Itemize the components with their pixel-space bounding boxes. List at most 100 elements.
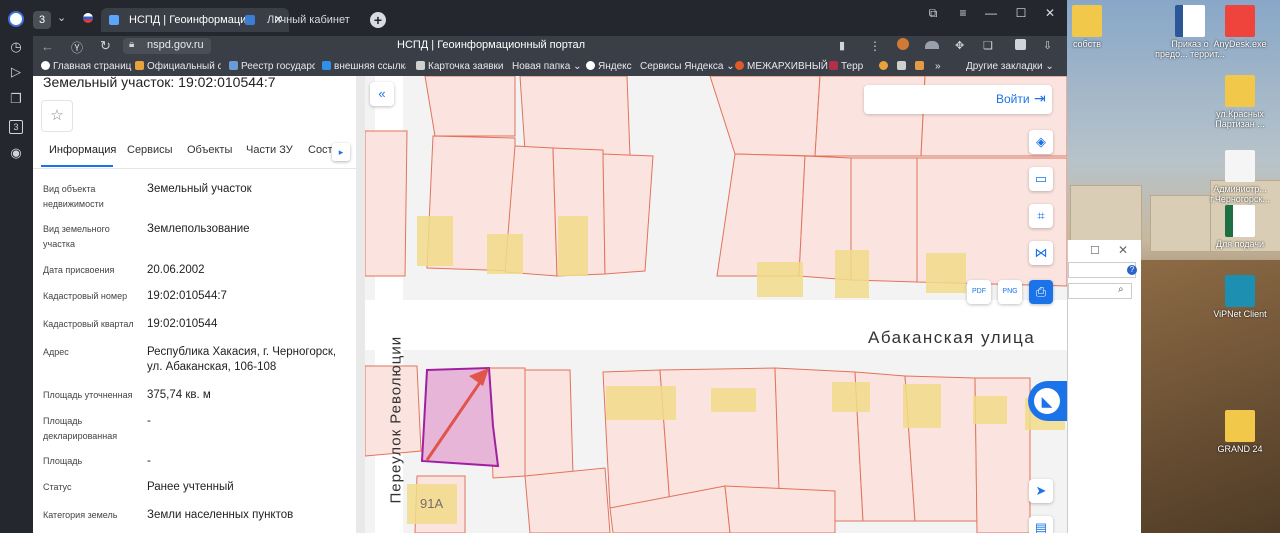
- zoom-area-icon[interactable]: ⌗: [1029, 204, 1053, 228]
- close-window-button[interactable]: ✕: [1036, 6, 1064, 20]
- assistant-button[interactable]: ◣: [1028, 381, 1067, 421]
- tab-group-button[interactable]: 3: [33, 11, 51, 29]
- bookmark-favicon: [135, 61, 144, 70]
- street-label-side: Переулок Революции: [387, 335, 405, 504]
- extension-icon[interactable]: [1015, 39, 1026, 50]
- bookmark-favicon: [897, 61, 906, 70]
- bookmark-icon-only[interactable]: [897, 60, 909, 74]
- puzzle-icon[interactable]: ✥: [955, 39, 964, 52]
- gov-favicon: [245, 15, 255, 25]
- desktop-icon-folder[interactable]: GRAND 24: [1205, 410, 1275, 454]
- lock-icon: 🔒︎: [129, 39, 135, 50]
- browser-sidebar: ◷ ▷ ❐ 3 ◉: [0, 0, 33, 533]
- layers-icon[interactable]: ◈: [1029, 130, 1053, 154]
- parcel: [365, 130, 408, 277]
- bookmark-item[interactable]: Официальный са: [135, 60, 221, 74]
- more-bookmarks-icon[interactable]: »: [935, 60, 941, 74]
- bookmark-item[interactable]: Главная страниц: [41, 60, 131, 74]
- bookmark-favicon: [915, 61, 924, 70]
- desktop-icon-excel[interactable]: Для подачи: [1205, 205, 1275, 249]
- extension-icon[interactable]: [897, 38, 909, 50]
- legend-icon[interactable]: ▤: [1029, 516, 1053, 533]
- more-icon[interactable]: ⋮: [869, 39, 881, 53]
- tab-bar: 3 ⌄ НСПД | Геоинформаци ✕ Личный кабинет…: [33, 0, 1067, 36]
- page-title: НСПД | Геоинформационный портал: [397, 39, 586, 51]
- bookmark-item[interactable]: МЕЖАРХИВНЫЙ: [735, 60, 828, 74]
- ruler-icon[interactable]: ▭: [1029, 167, 1053, 191]
- active-tab-indicator: [41, 165, 113, 167]
- parcel: [519, 76, 631, 157]
- building: [558, 216, 588, 276]
- new-tab-button[interactable]: +: [370, 12, 386, 28]
- background-window[interactable]: ☐ ✕ ⌄ ? ⌕: [1067, 240, 1141, 533]
- desktop-icon-document[interactable]: Администр... г.Черногорск...: [1205, 150, 1275, 204]
- collapse-panel-button[interactable]: «: [370, 82, 394, 106]
- tab-parts[interactable]: Части ЗУ: [246, 144, 293, 156]
- share-icon[interactable]: ⋈: [1029, 241, 1053, 265]
- bookmark-item[interactable]: Терр: [829, 60, 863, 74]
- bookmark-favicon: [586, 61, 595, 70]
- yandex-icon[interactable]: Ⓨ: [71, 39, 83, 56]
- login-icon: ⇥: [1034, 90, 1046, 106]
- help-icon[interactable]: ?: [1127, 265, 1137, 275]
- flag-icon: [83, 13, 93, 23]
- history-icon[interactable]: ◷: [6, 37, 26, 57]
- bookmark-icon-only[interactable]: [879, 60, 891, 74]
- nspd-favicon: [109, 15, 119, 25]
- extension-icon[interactable]: [925, 41, 939, 49]
- bookmark-folder[interactable]: Сервисы Яндекса ⌄: [640, 60, 735, 74]
- screenshot-icon[interactable]: ◉: [6, 143, 26, 163]
- login-bar[interactable]: Войти ⇥: [864, 85, 1052, 114]
- address-field[interactable]: 🔒︎ nspd.gov.ru: [123, 38, 211, 54]
- play-icon[interactable]: ▷: [6, 62, 26, 82]
- tab-count-icon[interactable]: 3: [6, 116, 26, 136]
- tab-information[interactable]: Информация: [49, 144, 116, 156]
- maximize-icon[interactable]: ☐: [1090, 244, 1100, 257]
- back-icon[interactable]: ←: [41, 39, 54, 54]
- desktop-icon-vipnet[interactable]: ViPNet Client: [1205, 275, 1275, 319]
- map-view[interactable]: Абаканская улица Переулок Революции 91А …: [365, 76, 1067, 533]
- bookmarks-bar: Главная страниц Официальный са Реестр го…: [33, 58, 1067, 77]
- print-icon[interactable]: ⎙: [1029, 280, 1053, 304]
- wallpaper-building: [1150, 195, 1212, 252]
- export-pdf-button[interactable]: PDF: [967, 280, 991, 304]
- tabs-scroll-right-button[interactable]: ▸: [332, 143, 350, 161]
- bookmark-icon[interactable]: ▮: [839, 39, 845, 52]
- other-bookmarks[interactable]: Другие закладки ⌄: [966, 60, 1054, 74]
- bookmark-icon-only[interactable]: [915, 60, 927, 74]
- download-icon[interactable]: ⇩: [1043, 39, 1052, 52]
- dropdown-field[interactable]: ⌄: [1068, 262, 1136, 278]
- address-toolbar: ← Ⓨ ↻ 🔒︎ nspd.gov.ru НСПД | Геоинформаци…: [33, 36, 1067, 58]
- tab-objects[interactable]: Объекты: [187, 144, 232, 156]
- building: [711, 388, 756, 412]
- bookmark-favicon: [416, 61, 425, 70]
- panel-scrollbar[interactable]: [356, 76, 365, 533]
- favorite-star-icon[interactable]: ☆: [41, 100, 73, 132]
- collections-icon[interactable]: ❐: [6, 89, 26, 109]
- bookmark-item[interactable]: Реестр государст: [229, 60, 315, 74]
- info-panel: Земельный участок: 19:02:010544:7 ☆ Инфо…: [33, 76, 356, 533]
- collections-icon[interactable]: ❏: [983, 39, 993, 52]
- bookmark-item[interactable]: внешняя ссылка: [322, 60, 406, 74]
- bookmark-folder[interactable]: Новая папка ⌄: [512, 60, 581, 74]
- reload-icon[interactable]: ↻: [100, 38, 111, 54]
- maximize-button[interactable]: ☐: [1007, 6, 1035, 20]
- tab-services[interactable]: Сервисы: [127, 144, 173, 156]
- menu-icon[interactable]: ≡: [949, 6, 977, 20]
- tab-manager-icon[interactable]: ⧉: [919, 6, 947, 20]
- building: [926, 253, 966, 293]
- chevron-down-icon[interactable]: ⌄: [57, 11, 66, 24]
- minimize-button[interactable]: —: [977, 6, 1005, 20]
- login-button[interactable]: Войти: [996, 92, 1030, 106]
- parcel: [709, 76, 821, 157]
- close-icon[interactable]: ✕: [1118, 243, 1128, 257]
- search-icon[interactable]: ⌕: [1118, 284, 1124, 295]
- bookmark-item[interactable]: Яндекс: [586, 60, 632, 74]
- geolocation-icon[interactable]: ➤: [1029, 479, 1053, 503]
- desktop-icon-folder[interactable]: ул.Красных Партизан ...: [1205, 75, 1275, 129]
- export-png-button[interactable]: PNG: [998, 280, 1022, 304]
- parcel: [424, 76, 516, 137]
- desktop-icon-anydesk[interactable]: AnyDesk.exe: [1205, 5, 1275, 49]
- bookmark-item[interactable]: Карточка заявки: [416, 60, 504, 74]
- alice-icon[interactable]: [8, 11, 24, 27]
